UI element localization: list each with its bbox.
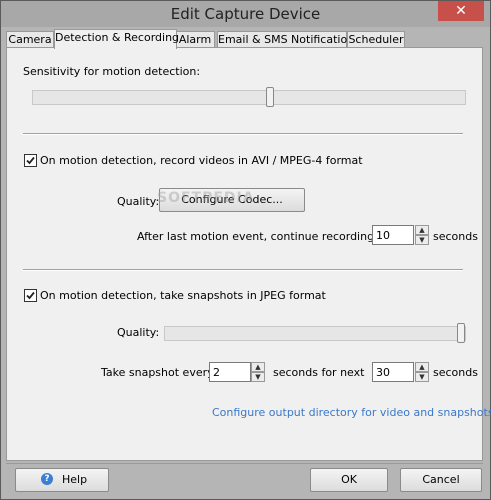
help-button-label: Help [62,473,88,486]
tab-email-sms[interactable]: Email & SMS Notifications [217,31,360,48]
tab-detection-recording[interactable]: Detection & Recording [54,29,179,49]
checkmark-icon [26,156,35,165]
video-quality-label: Quality: [117,195,160,208]
ok-button[interactable]: OK [310,468,388,492]
snapshot-quality-label: Quality: [117,326,160,339]
cancel-button[interactable]: Cancel [400,468,482,492]
tab-camera[interactable]: Camera [6,31,54,48]
snapshot-label: On motion detection, take snapshots in J… [40,289,326,302]
seconds-for-next-label: seconds for next [273,366,365,379]
detection-recording-panel: Sensitivity for motion detection: On mot… [6,47,491,461]
continue-recording-unit: seconds [433,230,478,243]
checkmark-icon [26,291,35,300]
edit-capture-device-dialog: Edit Capture Device ✕ Camera Detection &… [0,0,491,500]
snapshot-quality-slider[interactable] [164,323,466,343]
footer-separator [6,463,483,464]
snapshot-next-up-button[interactable]: ▲ [415,362,429,372]
tab-scheduler[interactable]: Scheduler [347,31,405,48]
snapshot-every-up-button[interactable]: ▲ [251,362,265,372]
sensitivity-slider-thumb[interactable] [266,87,274,107]
help-button[interactable]: ? Help [15,468,109,492]
snapshot-every-input[interactable]: 2 [209,362,251,382]
configure-output-directory-link[interactable]: Configure output directory for video and… [212,406,491,419]
continue-recording-label: After last motion event, continue record… [137,230,393,243]
window-title: Edit Capture Device [170,5,321,23]
snapshot-checkbox[interactable] [24,289,37,302]
record-video-checkbox[interactable] [24,154,37,167]
tab-alarm[interactable]: Alarm [175,31,215,48]
snapshot-next-down-button[interactable]: ▼ [415,372,429,382]
sensitivity-label: Sensitivity for motion detection: [23,65,201,78]
snapshot-every-down-button[interactable]: ▼ [251,372,265,382]
sensitivity-slider[interactable] [32,87,466,107]
continue-recording-down-button[interactable]: ▼ [415,235,429,245]
title-bar[interactable]: Edit Capture Device ✕ [1,1,490,27]
snapshot-every-label: Take snapshot every [101,366,214,379]
close-button[interactable]: ✕ [438,1,484,21]
separator [23,133,463,135]
snapshot-next-input[interactable]: 30 [372,362,414,382]
snapshot-quality-slider-thumb[interactable] [457,323,465,343]
separator [23,269,463,271]
continue-recording-input[interactable]: 10 [372,225,414,245]
help-icon: ? [41,473,53,485]
snapshot-next-unit: seconds [433,366,478,379]
softpedia-watermark: SOFTPEDIA [157,190,255,206]
continue-recording-up-button[interactable]: ▲ [415,225,429,235]
record-video-label: On motion detection, record videos in AV… [40,154,363,167]
